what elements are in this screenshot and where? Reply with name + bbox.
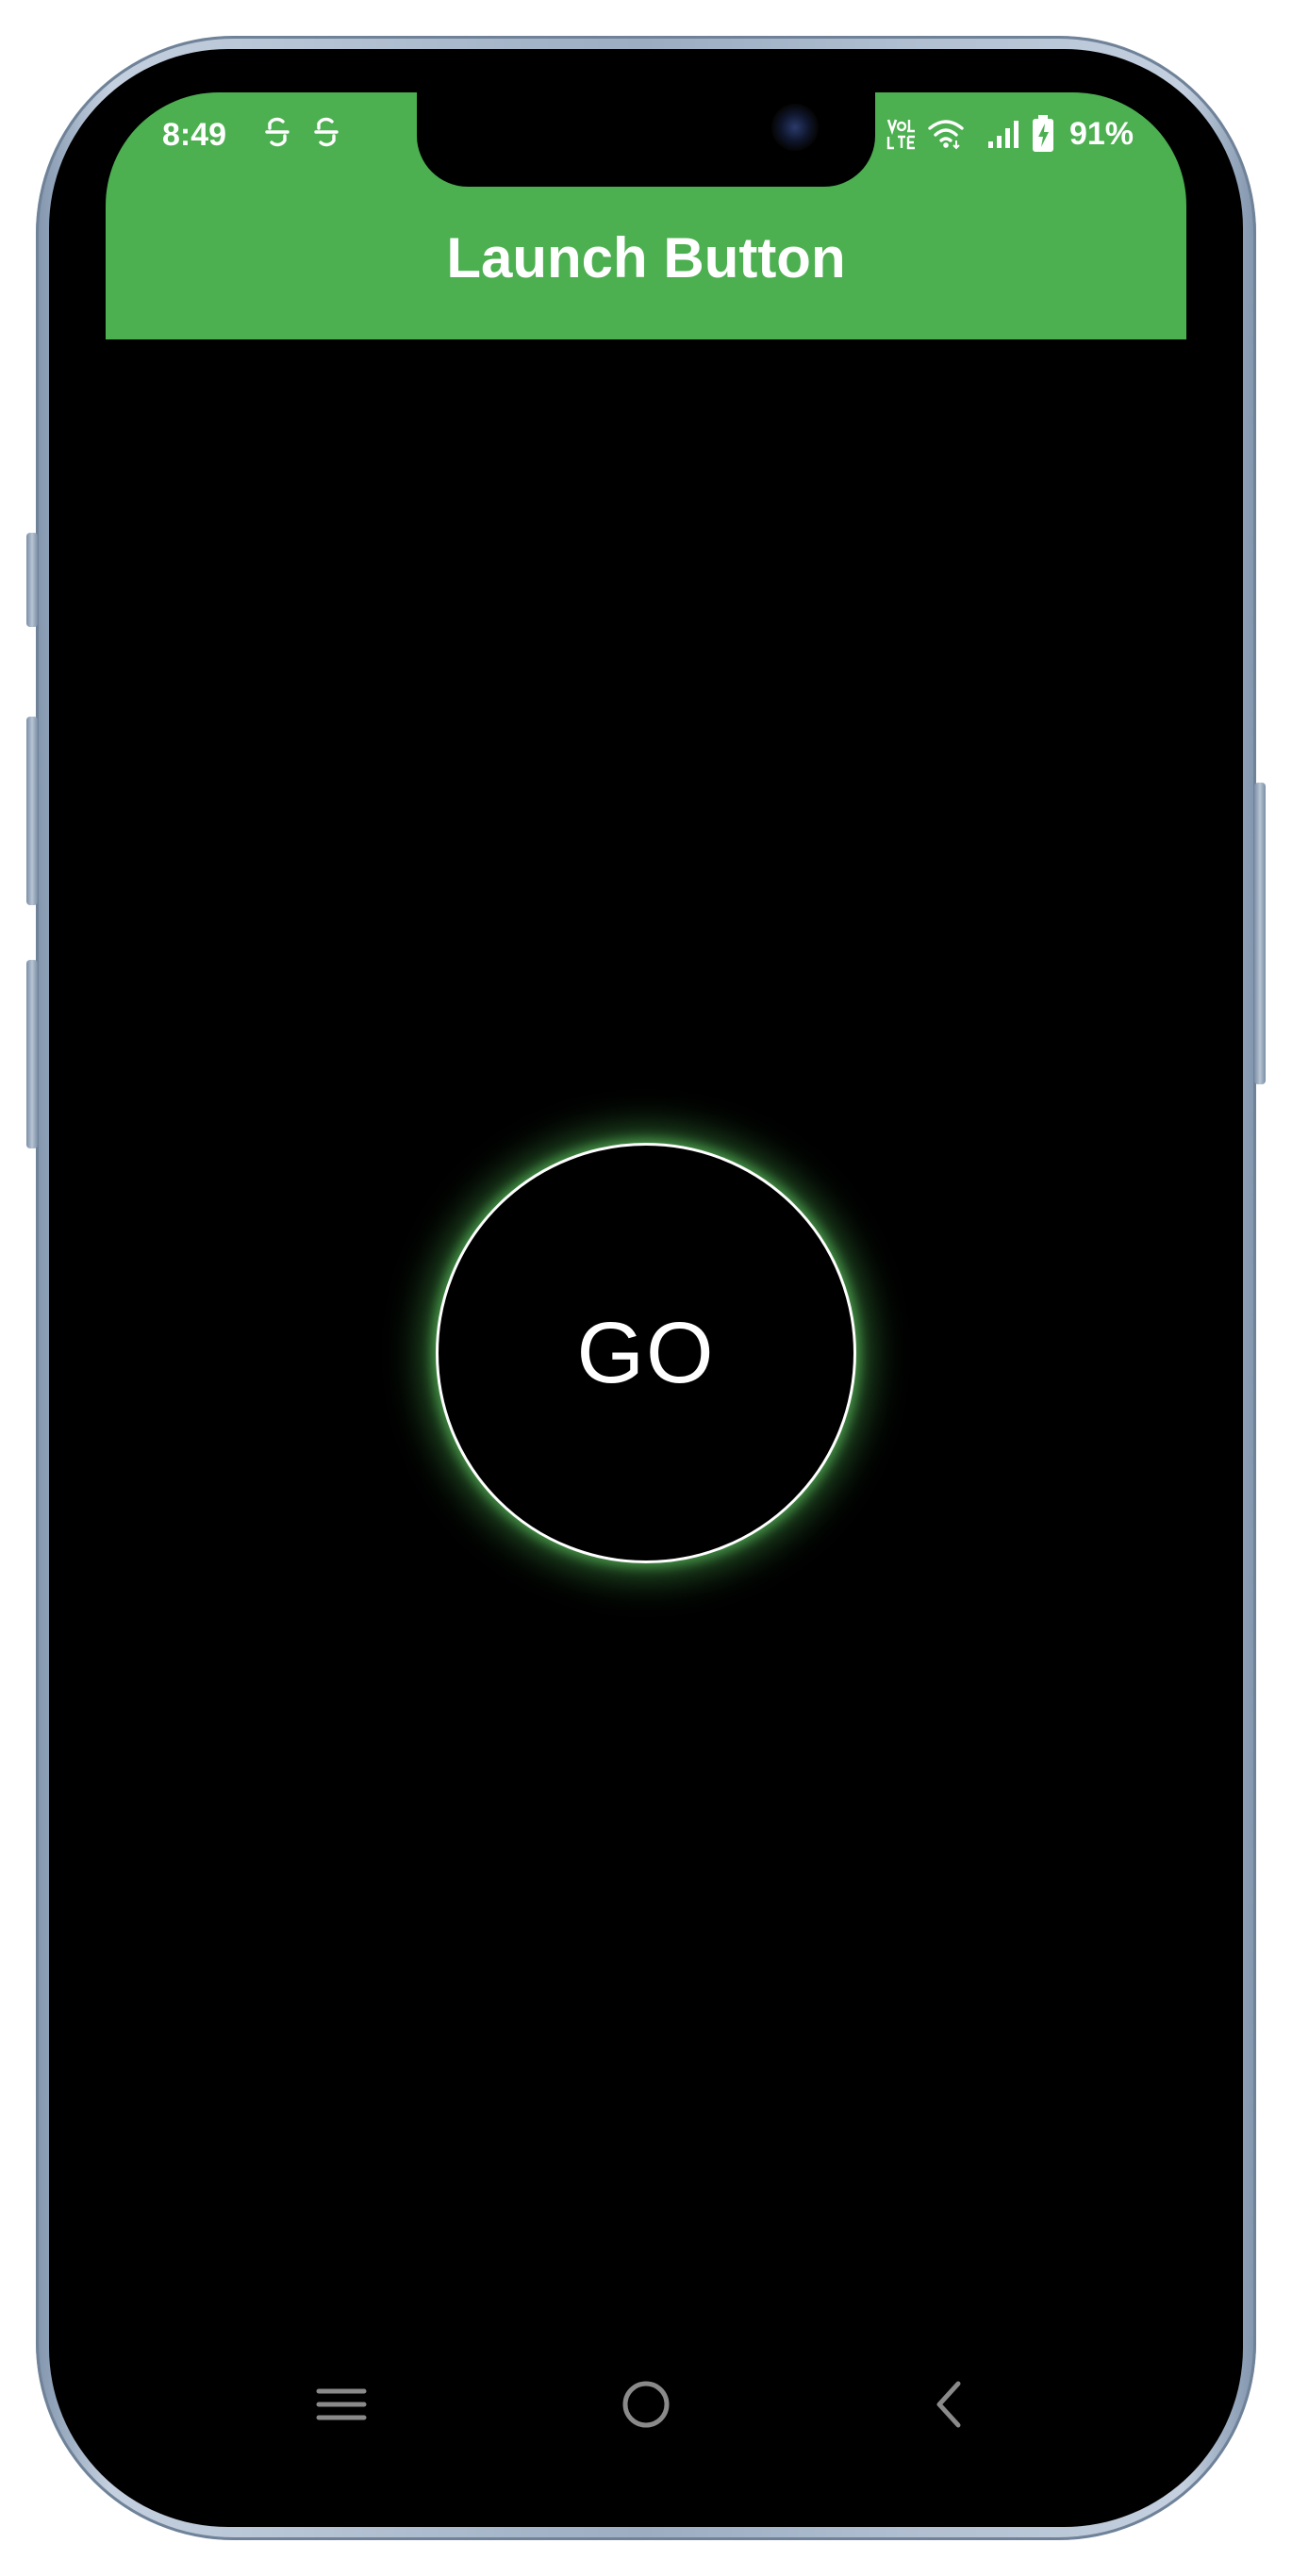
wifi-icon [928, 120, 964, 150]
status-icons: 91% [886, 113, 1134, 155]
sim-sync-icon [265, 117, 290, 147]
navigation-bar [106, 2352, 1186, 2455]
action-button [26, 533, 38, 627]
volume-up-button [26, 717, 38, 905]
volte-lte-icon [886, 119, 915, 150]
back-icon[interactable] [917, 2370, 985, 2438]
page-title: Launch Button [446, 226, 846, 289]
status-time: 8:49 [162, 117, 227, 153]
sim-sync-icon [314, 117, 339, 147]
screen: 8:49 91% Launch Button GO [106, 92, 1186, 2484]
go-button-label: GO [576, 1304, 716, 1401]
recent-apps-icon[interactable] [307, 2370, 375, 2438]
app-bar: 8:49 91% Launch Button [106, 92, 1186, 339]
battery-percent: 91% [1068, 115, 1134, 152]
home-icon[interactable] [612, 2370, 680, 2438]
power-button [1254, 783, 1266, 1084]
launch-go-button[interactable]: GO [436, 1143, 856, 1563]
volume-down-button [26, 960, 38, 1148]
battery-charging-icon [1032, 115, 1053, 152]
signal-icon [987, 121, 1019, 148]
front-camera [771, 104, 819, 151]
notch [417, 92, 875, 187]
